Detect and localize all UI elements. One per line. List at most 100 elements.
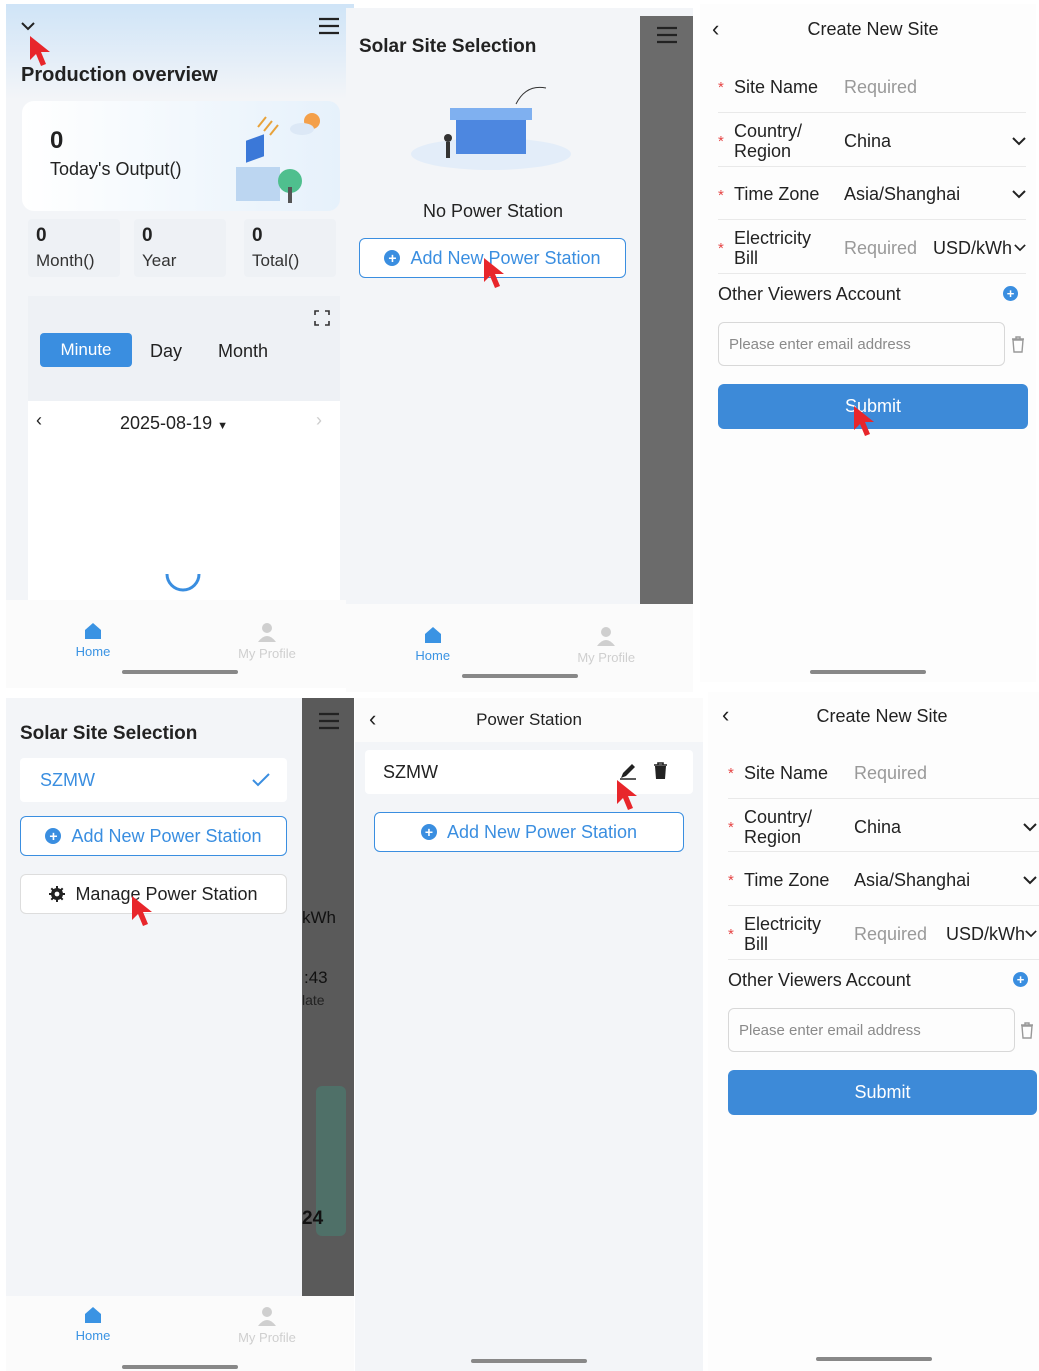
add-viewer-icon[interactable]: +	[1003, 286, 1018, 301]
nav-profile[interactable]: My Profile	[520, 626, 694, 665]
menu-icon[interactable]	[318, 712, 340, 730]
background-overlay	[640, 16, 693, 616]
today-output-value: 0	[50, 127, 64, 154]
bill-row[interactable]: * Electricity Bill Required USD/kWh	[728, 906, 1039, 960]
caret-down-icon: ▼	[217, 420, 228, 432]
site-name-label: Site Name	[744, 763, 829, 783]
drawer: Solar Site Selection No Power Station + A…	[346, 8, 640, 616]
nav-profile-label: My Profile	[577, 650, 636, 665]
today-output-label: Today's Output()	[50, 159, 182, 179]
tab-month[interactable]: Month	[218, 341, 268, 362]
today-output-card: 0 Today's Output()	[22, 101, 340, 211]
chevron-down-icon[interactable]	[20, 20, 36, 32]
profile-icon	[597, 627, 616, 646]
chevron-down-icon[interactable]	[1023, 875, 1037, 885]
stat-label: Year	[142, 251, 177, 270]
site-name-input[interactable]: Required	[854, 763, 927, 784]
timezone-row[interactable]: * Time Zone Asia/Shanghai	[728, 852, 1039, 906]
country-row[interactable]: * Country/Region China	[728, 799, 1039, 852]
bill-label-line1: Electricity	[744, 914, 822, 934]
bill-label-line1: Electricity	[734, 228, 812, 248]
timezone-label: Time Zone	[744, 870, 830, 890]
home-indicator	[471, 1359, 587, 1363]
manage-button-label: Manage Power Station	[75, 883, 258, 904]
page-title: Power Station	[476, 710, 582, 729]
plus-circle-icon: +	[45, 828, 62, 844]
add-viewer-icon[interactable]: +	[1013, 972, 1028, 987]
chevron-down-icon[interactable]	[1012, 189, 1026, 199]
solar-panel-illustration	[236, 113, 320, 203]
trash-icon[interactable]	[1011, 336, 1025, 353]
nav-home[interactable]: Home	[346, 626, 520, 663]
nav-profile[interactable]: My Profile	[180, 1306, 354, 1345]
email-input[interactable]: Please enter email address	[728, 1008, 1015, 1052]
bill-label-line2: Bill	[734, 248, 759, 268]
site-name-input[interactable]: Required	[844, 77, 917, 98]
bottom-nav: Home My Profile	[346, 604, 693, 692]
add-button-label: Add New Power Station	[71, 825, 262, 846]
timezone-row[interactable]: * Time Zone Asia/Shanghai	[718, 167, 1026, 220]
menu-icon[interactable]	[656, 26, 678, 44]
profile-icon	[258, 623, 276, 642]
add-power-station-button[interactable]: + Add New Power Station	[20, 816, 287, 856]
country-value[interactable]: China	[844, 131, 891, 152]
next-date-arrow[interactable]: ›	[316, 410, 322, 431]
chevron-down-icon[interactable]	[1014, 243, 1026, 252]
tab-day[interactable]: Day	[150, 341, 182, 362]
email-input[interactable]: Please enter email address	[718, 322, 1005, 366]
nav-home[interactable]: Home	[6, 1306, 180, 1343]
loading-spinner-icon	[165, 573, 201, 592]
panel-site-selection-empty: Solar Site Selection No Power Station + A…	[346, 8, 693, 692]
add-button-label: Add New Power Station	[446, 821, 638, 842]
add-power-station-button[interactable]: + Add New Power Station	[374, 812, 684, 852]
date-selector[interactable]: 2025-08-19 ▼	[120, 413, 228, 434]
pointer-cursor-icon	[484, 258, 504, 288]
timezone-value[interactable]: Asia/Shanghai	[854, 870, 970, 891]
submit-button[interactable]: Submit	[728, 1070, 1037, 1115]
bottom-nav: Home My Profile	[6, 600, 354, 688]
site-name-label: Site Name	[734, 77, 819, 97]
check-icon	[252, 773, 270, 787]
required-mark: *	[718, 79, 724, 96]
panel-create-site-1: ‹ Create New Site * Site Name Required *…	[700, 4, 1036, 682]
required-mark: *	[728, 926, 734, 943]
stat-total: 0 Total()	[244, 219, 336, 277]
country-label: Country/Region	[734, 121, 802, 161]
stat-label: Total()	[252, 251, 300, 270]
prev-date-arrow[interactable]: ‹	[36, 410, 42, 431]
background-text-number: 24	[302, 1208, 324, 1229]
nav-home-label: Home	[75, 1328, 111, 1343]
bill-row[interactable]: * Electricity Bill Required USD/kWh	[718, 220, 1026, 274]
site-name-row[interactable]: * Site Name Required	[718, 59, 1026, 113]
station-list-item[interactable]: SZMW	[365, 750, 693, 794]
country-row[interactable]: * Country/Region China	[718, 113, 1026, 167]
bill-input[interactable]: Required	[854, 924, 927, 945]
bill-unit-select[interactable]: USD/kWh	[933, 238, 1012, 259]
panel-power-station: ‹ Power Station SZMW + Add New Power Stat…	[355, 698, 703, 1371]
country-label-line1: Country/	[744, 807, 813, 827]
site-list-item[interactable]: SZMW	[20, 758, 287, 802]
timezone-value[interactable]: Asia/Shanghai	[844, 184, 960, 205]
trash-icon[interactable]	[653, 762, 668, 780]
chevron-down-icon[interactable]	[1025, 929, 1037, 938]
panel-site-selection-list: kWh :43 late 24 Solar Site Selection SZM…	[6, 698, 354, 1371]
chevron-down-icon[interactable]	[1012, 136, 1026, 146]
required-mark: *	[728, 819, 734, 836]
menu-icon[interactable]	[318, 17, 340, 35]
site-name-row[interactable]: * Site Name Required	[728, 745, 1039, 799]
bill-input[interactable]: Required	[844, 238, 917, 259]
expand-icon[interactable]	[314, 310, 330, 326]
tab-minute[interactable]: Minute	[40, 333, 132, 367]
bill-unit-select[interactable]: USD/kWh	[946, 924, 1025, 945]
chevron-down-icon[interactable]	[1023, 822, 1037, 832]
stat-value: 0	[142, 225, 153, 246]
nav-profile[interactable]: My Profile	[180, 622, 354, 661]
home-indicator	[815, 1357, 932, 1361]
empty-state-illustration	[411, 86, 571, 170]
nav-home[interactable]: Home	[6, 622, 180, 659]
background-text-kwh: kWh	[302, 908, 336, 927]
country-value[interactable]: China	[854, 817, 901, 838]
background-text-date: late	[302, 992, 325, 1008]
pointer-cursor-icon	[617, 780, 637, 810]
trash-icon[interactable]	[1020, 1022, 1034, 1039]
